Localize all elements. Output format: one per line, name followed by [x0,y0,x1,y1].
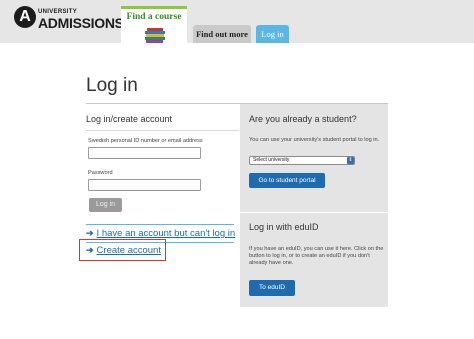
university-select-value: Select university [253,157,290,163]
login-create-panel: Log in/create account Swedish personal I… [86,104,239,307]
cant-login-link-text: I have an account but can't log in [96,228,236,239]
portal-description: You can use your university's student po… [249,137,380,143]
eduid-title: Log in with eduID [249,222,319,232]
logo-a-icon: A [14,6,36,28]
books-icon [145,25,165,45]
main-content: Log in Log in/create account Swedish per… [0,43,474,339]
page-title: Log in [86,75,138,96]
create-account-highlight [79,239,166,261]
already-student-title: Are you already a student? [249,114,357,124]
university-select[interactable]: Select university ⇕ [249,156,355,165]
tab-log-in[interactable]: Log in [256,25,289,43]
id-email-input[interactable] [88,147,201,159]
login-title-divider [86,130,239,131]
chevron-updown-icon: ⇕ [347,157,354,164]
tab-find-a-course[interactable]: Find a course [121,6,187,43]
password-input[interactable] [88,179,201,191]
tab-log-in-label: Log in [261,29,284,39]
tab-find-out-more[interactable]: Find out more [193,25,251,43]
link-divider-top [86,224,234,225]
eduid-description: If you have an eduID, you can use it her… [249,246,384,267]
arrow-right-icon: ➔ [86,228,94,238]
student-portal-panel: Are you already a student? You can use y… [240,104,388,307]
site-logo[interactable]: A UNIVERSITY ADMISSIONS.SE [14,6,146,36]
login-create-title: Log in/create account [86,114,173,124]
password-field-label: Password [88,170,113,176]
eduid-button[interactable]: To eduID [249,280,295,296]
student-portal-button[interactable]: Go to student portal [249,173,325,188]
eduid-divider [240,212,388,213]
login-button[interactable]: Log in [89,198,122,212]
id-field-label: Swedish personal ID number or email addr… [88,138,203,144]
cant-login-link[interactable]: ➔ I have an account but can't log in [86,228,235,239]
site-header: A UNIVERSITY ADMISSIONS.SE Find a course… [0,0,474,43]
tab-find-a-course-label: Find a course [126,12,182,22]
tab-find-out-more-label: Find out more [196,29,248,39]
